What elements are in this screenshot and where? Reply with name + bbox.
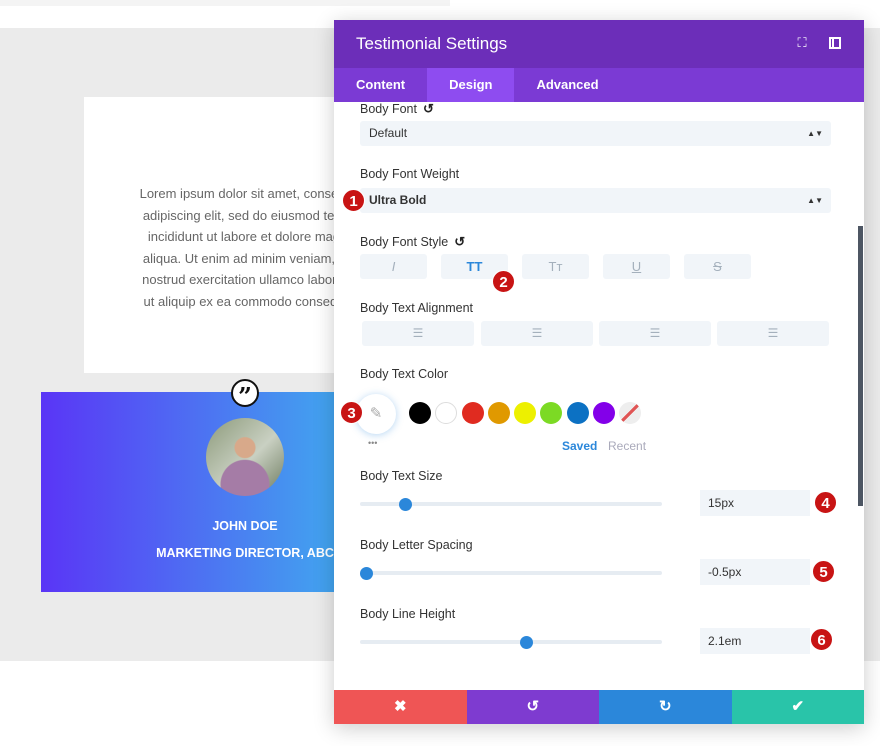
closing-quote-icon: ” [231,379,259,411]
reset-icon[interactable]: ↺ [454,234,465,249]
body-line: aliqua. Ut enim ad minim veniam, c [142,250,334,266]
body-text-color-label: Body Text Color [360,367,449,381]
body-line: incididunt ut labore et dolore mag [147,229,334,244]
body-line: Lorem ipsum dolor sit amet, consect [139,186,334,201]
reset-icon[interactable]: ↺ [423,101,434,116]
modal-footer: ✖ ↺ ↻ ✔ [334,690,864,724]
save-button[interactable]: ✔ [731,690,864,724]
step-badge-4: 4 [814,491,837,514]
step-badge-1: 1 [342,189,365,212]
body-font-select[interactable]: Default ▲▼ [360,121,831,146]
color-swatch-orange[interactable] [488,402,510,424]
capitalize-button[interactable]: Tт [522,254,589,279]
tab-design[interactable]: Design [427,68,515,102]
align-justify-button[interactable]: ☰ [717,321,829,346]
sidebar-toggle-icon[interactable] [829,37,841,49]
body-text-alignment-label: Body Text Alignment [360,301,474,315]
body-letter-spacing-slider[interactable] [359,566,662,580]
tab-content[interactable]: Content [334,68,427,102]
modal-header: Testimonial Settings ⛶ [334,20,864,68]
slider-thumb[interactable] [398,497,412,511]
color-swatch-white[interactable] [435,402,457,424]
body-line: ut aliquip ex ea commodo consequ [143,293,334,309]
body-text-size-slider[interactable] [360,497,662,511]
fullscreen-icon[interactable]: ⛶ [795,36,809,50]
top-bar [0,0,450,6]
body-line: nostrud exercitation ullamco laboris [142,272,334,287]
author-name: JOHN DOE [212,519,278,533]
modal-title: Testimonial Settings [356,34,508,53]
saved-colors-tab[interactable]: Saved [562,439,597,453]
body-text-size-input[interactable]: 15px [700,490,810,516]
color-swatch-black[interactable] [409,402,431,424]
select-arrows-icon: ▲▼ [807,196,823,205]
body-line: adipiscing elit, sed do eiusmod tem [142,207,334,223]
step-badge-6: 6 [810,628,833,651]
cancel-button[interactable]: ✖ [334,690,467,724]
align-center-button[interactable]: ☰ [481,321,593,346]
body-letter-spacing-label: Body Letter Spacing [360,538,473,552]
avatar [206,418,284,496]
body-line-height-label: Body Line Height [360,607,456,621]
color-swatch-purple[interactable] [593,402,615,424]
italic-button[interactable]: I [360,254,427,279]
undo-button[interactable]: ↺ [466,690,599,724]
align-right-button[interactable]: ☰ [599,321,711,346]
select-arrows-icon: ▲▼ [807,129,823,138]
step-badge-3: 3 [340,401,363,424]
slider-thumb[interactable] [359,566,373,580]
strikethrough-button[interactable]: S [684,254,751,279]
testimonial-card: Lorem ipsum dolor sit amet, consect adip… [84,97,334,373]
modal-tabs: Content Design Advanced [334,68,864,102]
underline-button[interactable]: U [603,254,670,279]
body-font-weight-select[interactable]: Ultra Bold ▲▼ [360,188,831,213]
no-color-swatch[interactable] [619,402,641,424]
body-font-label: Body Font ↺ [360,101,434,116]
step-badge-2: 2 [492,270,515,293]
body-text-size-label: Body Text Size [360,469,443,483]
color-swatch-green[interactable] [540,402,562,424]
color-swatch-yellow[interactable] [514,402,536,424]
testimonial-author-block: JOHN DOE MARKETING DIRECTOR, ABC [41,392,334,592]
body-font-weight-label: Body Font Weight [360,167,460,181]
recent-colors-tab[interactable]: Recent [608,439,646,453]
more-colors-button[interactable]: ••• [368,438,377,448]
author-position: MARKETING DIRECTOR, ABC [156,546,334,560]
tab-advanced[interactable]: Advanced [514,68,620,102]
redo-button[interactable]: ↻ [599,690,732,724]
align-left-button[interactable]: ☰ [362,321,474,346]
color-swatch-blue[interactable] [567,402,589,424]
scrollbar[interactable] [858,226,863,506]
color-swatch-red[interactable] [462,402,484,424]
testimonial-body: Lorem ipsum dolor sit amet, consect adip… [114,183,334,312]
body-line-height-input[interactable]: 2.1em [700,628,810,654]
slider-thumb[interactable] [519,635,533,649]
body-line-height-slider[interactable] [360,635,662,649]
step-badge-5: 5 [812,560,835,583]
settings-modal: Testimonial Settings ⛶ Content Design Ad… [334,20,864,724]
body-font-style-label: Body Font Style ↺ [360,234,466,249]
body-letter-spacing-input[interactable]: -0.5px [700,559,810,585]
